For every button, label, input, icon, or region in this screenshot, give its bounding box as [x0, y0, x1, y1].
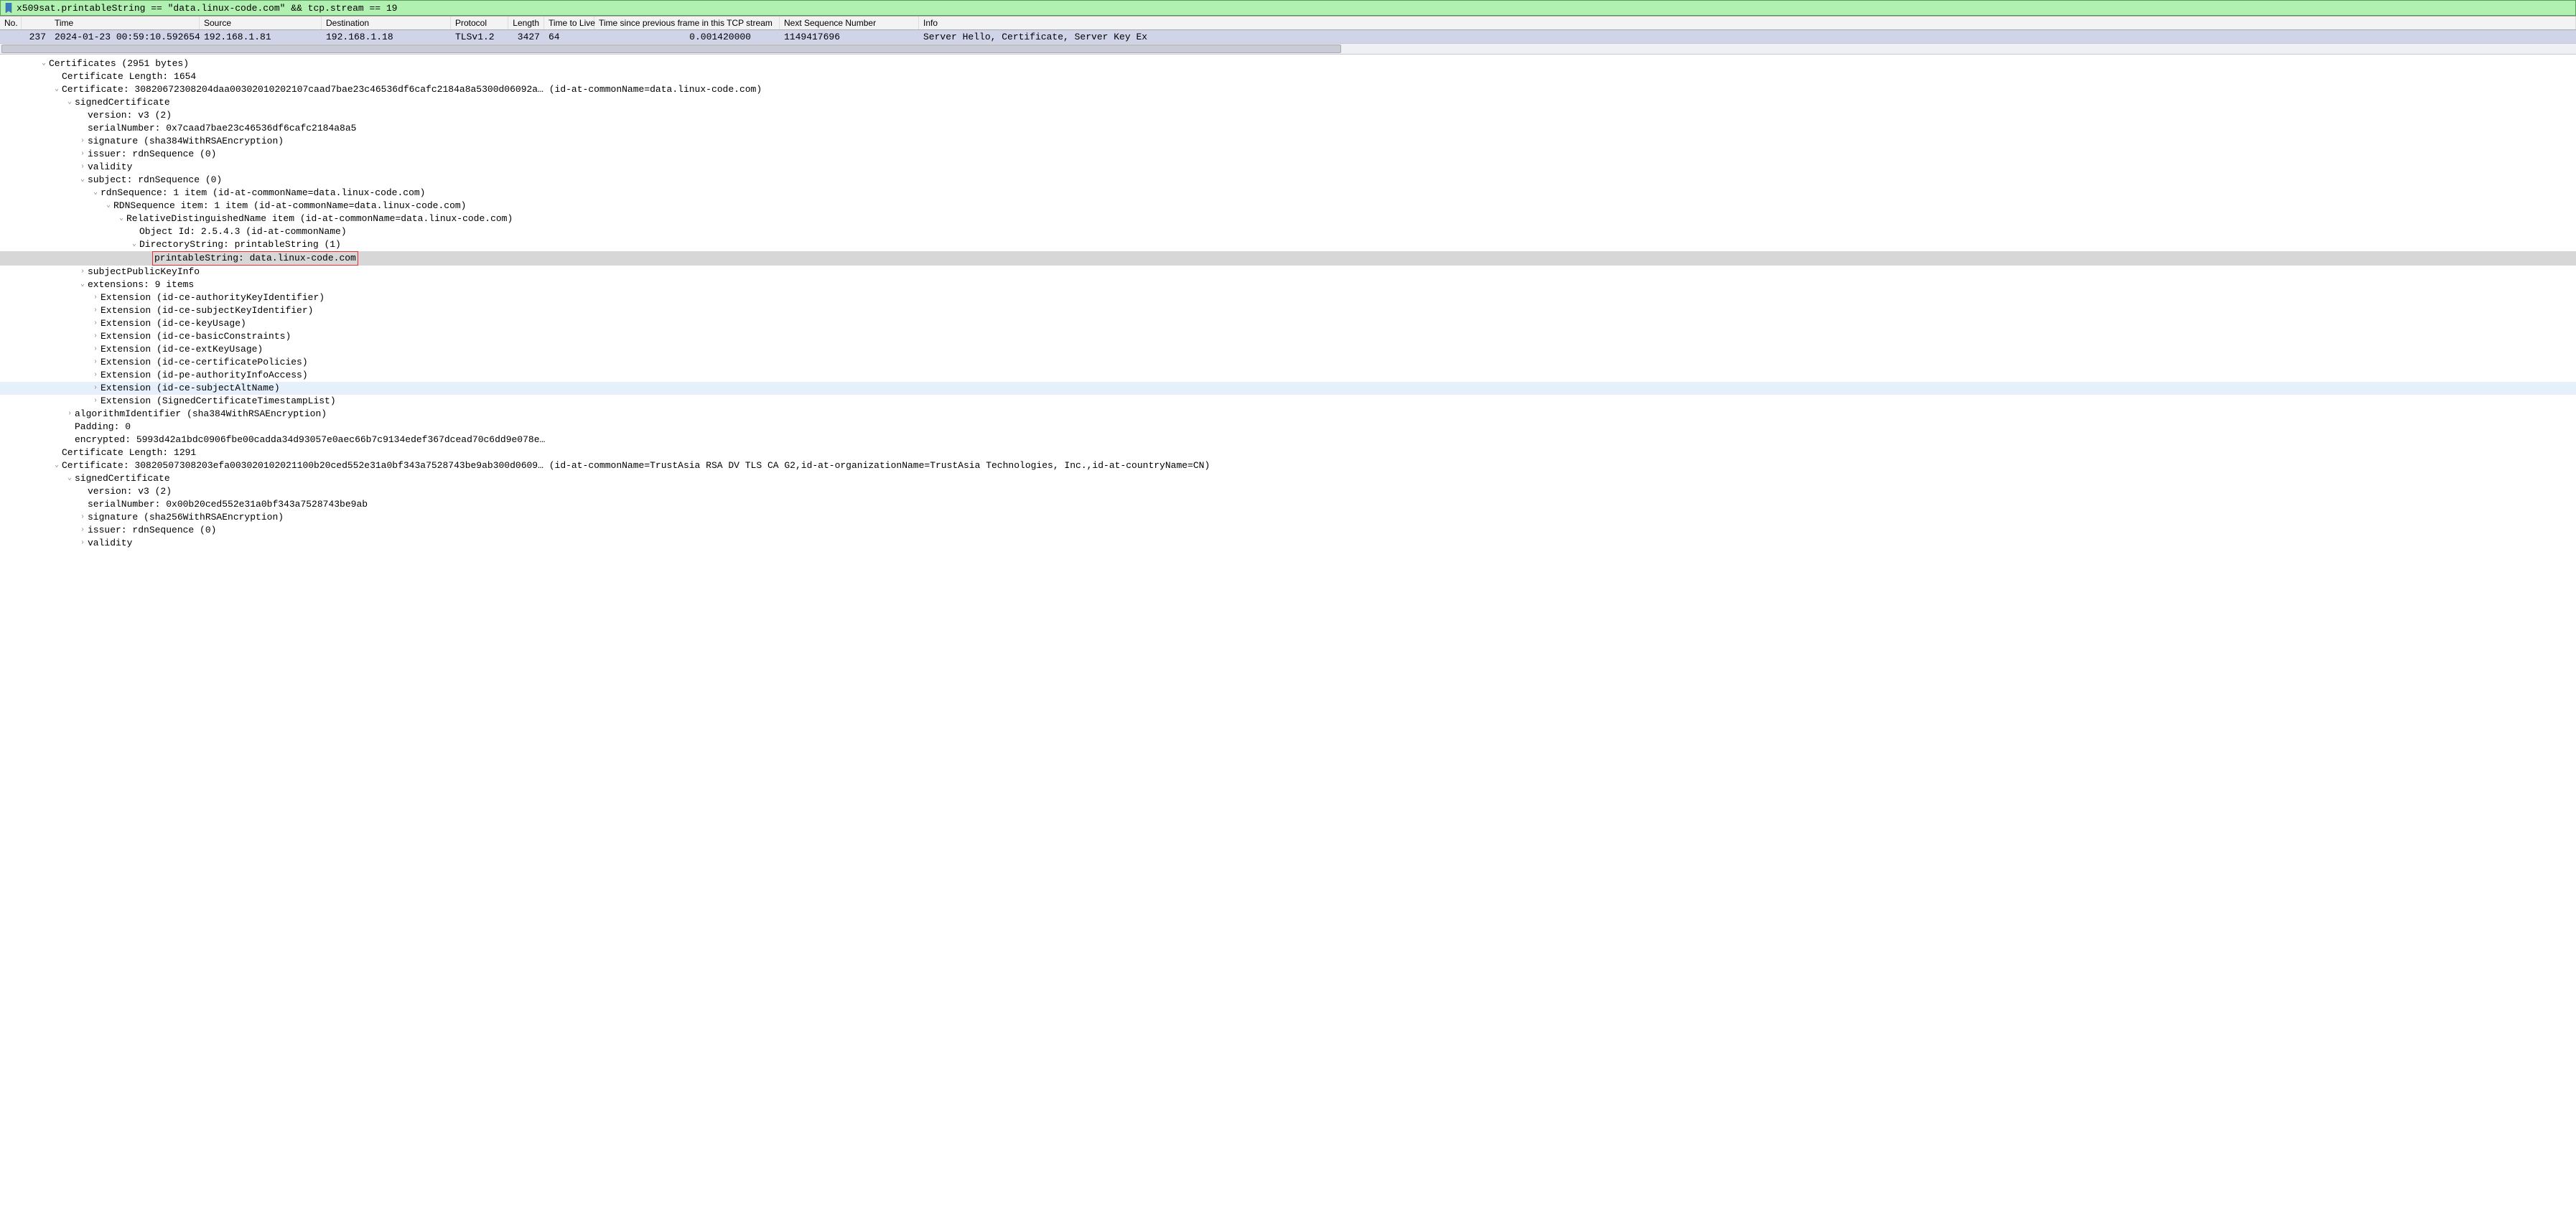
node-signedcert-1[interactable]: ⌄signedCertificate	[0, 96, 2576, 109]
node-spki[interactable]: ›subjectPublicKeyInfo	[0, 266, 2576, 278]
node-extensions[interactable]: ⌄extensions: 9 items	[0, 278, 2576, 291]
chevron-down-icon[interactable]: ⌄	[66, 472, 73, 485]
node-subject-1[interactable]: ⌄subject: rdnSequence (0)	[0, 174, 2576, 187]
node-printablestring[interactable]: printableString: data.linux-code.com	[0, 251, 2576, 266]
cell-src: 192.168.1.81	[200, 32, 322, 42]
node-version-2[interactable]: version: v3 (2)	[0, 485, 2576, 498]
chevron-down-icon[interactable]: ⌄	[79, 278, 86, 291]
col-time[interactable]: Time	[50, 16, 200, 30]
chevron-right-icon[interactable]: ›	[66, 408, 73, 421]
chevron-down-icon[interactable]: ⌄	[53, 83, 60, 96]
node-validity-2[interactable]: ›validity	[0, 537, 2576, 550]
hscroll-thumb[interactable]	[1, 44, 1341, 53]
cell-proto: TLSv1.2	[451, 32, 508, 42]
node-ext-sct[interactable]: ›Extension (SignedCertificateTimestampLi…	[0, 395, 2576, 408]
node-rdnitem[interactable]: ⌄RDNSequence item: 1 item (id-at-commonN…	[0, 200, 2576, 212]
node-ext-skid[interactable]: ›Extension (id-ce-subjectKeyIdentifier)	[0, 304, 2576, 317]
chevron-down-icon[interactable]: ⌄	[40, 57, 47, 70]
chevron-down-icon[interactable]: ⌄	[131, 238, 138, 251]
col-delta[interactable]: Time since previous frame in this TCP st…	[594, 16, 780, 30]
node-encrypted[interactable]: encrypted: 5993d42a1bdc0906fbe00cadda34d…	[0, 434, 2576, 446]
chevron-right-icon[interactable]: ›	[79, 135, 86, 148]
cell-seq: 1149417696	[780, 32, 919, 42]
chevron-right-icon[interactable]: ›	[79, 148, 86, 161]
chevron-down-icon[interactable]: ⌄	[118, 212, 125, 225]
col-ttl[interactable]: Time to Live	[544, 16, 594, 30]
node-serial-1[interactable]: serialNumber: 0x7caad7bae23c46536df6cafc…	[0, 122, 2576, 135]
chevron-down-icon[interactable]: ⌄	[66, 96, 73, 109]
node-signature-1[interactable]: ›signature (sha384WithRSAEncryption)	[0, 135, 2576, 148]
node-certificate-1[interactable]: ⌄Certificate: 30820672308204daa003020102…	[0, 83, 2576, 96]
node-ext-cp[interactable]: ›Extension (id-ce-certificatePolicies)	[0, 356, 2576, 369]
col-info[interactable]: Info	[919, 16, 2576, 30]
cell-no: 237	[22, 32, 50, 42]
chevron-right-icon[interactable]: ›	[92, 382, 99, 395]
packet-row[interactable]: 237 2024-01-23 00:59:10.592654 192.168.1…	[0, 30, 2576, 43]
node-cert-length-2[interactable]: Certificate Length: 1291	[0, 446, 2576, 459]
packet-list-header: No. Time Source Destination Protocol Len…	[0, 16, 2576, 30]
node-padding[interactable]: Padding: 0	[0, 421, 2576, 434]
node-ext-eku[interactable]: ›Extension (id-ce-extKeyUsage)	[0, 343, 2576, 356]
cell-time: 2024-01-23 00:59:10.592654	[50, 32, 200, 42]
cell-info: Server Hello, Certificate, Server Key Ex	[919, 32, 2576, 42]
col-no[interactable]: No.	[0, 16, 22, 30]
node-signedcert-2[interactable]: ⌄signedCertificate	[0, 472, 2576, 485]
chevron-right-icon[interactable]: ›	[79, 161, 86, 174]
chevron-right-icon[interactable]: ›	[79, 266, 86, 278]
node-rdnseq[interactable]: ⌄rdnSequence: 1 item (id-at-commonName=d…	[0, 187, 2576, 200]
col-seq[interactable]: Next Sequence Number	[780, 16, 919, 30]
node-algid[interactable]: ›algorithmIdentifier (sha384WithRSAEncry…	[0, 408, 2576, 421]
col-dst[interactable]: Destination	[322, 16, 451, 30]
node-ext-aia[interactable]: ›Extension (id-pe-authorityInfoAccess)	[0, 369, 2576, 382]
filter-text[interactable]: x509sat.printableString == "data.linux-c…	[17, 3, 2572, 14]
node-rdname[interactable]: ⌄RelativeDistinguishedName item (id-at-c…	[0, 212, 2576, 225]
chevron-right-icon[interactable]: ›	[92, 291, 99, 304]
cell-dst: 192.168.1.18	[322, 32, 451, 42]
node-version-1[interactable]: version: v3 (2)	[0, 109, 2576, 122]
highlight-box: printableString: data.linux-code.com	[152, 251, 358, 266]
col-proto[interactable]: Protocol	[451, 16, 508, 30]
node-ext-ku[interactable]: ›Extension (id-ce-keyUsage)	[0, 317, 2576, 330]
node-objectid[interactable]: Object Id: 2.5.4.3 (id-at-commonName)	[0, 225, 2576, 238]
chevron-down-icon[interactable]: ⌄	[79, 174, 86, 187]
node-ext-san[interactable]: ›Extension (id-ce-subjectAltName)	[0, 382, 2576, 395]
chevron-right-icon[interactable]: ›	[79, 537, 86, 550]
bookmark-icon[interactable]	[4, 3, 14, 13]
node-certificate-2[interactable]: ⌄Certificate: 30820507308203efa003020102…	[0, 459, 2576, 472]
chevron-right-icon[interactable]: ›	[79, 524, 86, 537]
node-validity-1[interactable]: ›validity	[0, 161, 2576, 174]
chevron-right-icon[interactable]: ›	[92, 343, 99, 356]
chevron-right-icon[interactable]: ›	[92, 317, 99, 330]
hscrollbar[interactable]	[0, 43, 2576, 55]
display-filter-bar[interactable]: x509sat.printableString == "data.linux-c…	[0, 0, 2576, 16]
cell-ttl: 64	[544, 32, 594, 42]
cell-len: 3427	[508, 32, 544, 42]
packet-details-tree[interactable]: ⌄Certificates (2951 bytes) Certificate L…	[0, 55, 2576, 550]
chevron-down-icon[interactable]: ⌄	[92, 187, 99, 200]
chevron-right-icon[interactable]: ›	[92, 356, 99, 369]
node-serial-2[interactable]: serialNumber: 0x00b20ced552e31a0bf343a75…	[0, 498, 2576, 511]
cell-delta: 0.001420000	[594, 32, 780, 42]
node-issuer-2[interactable]: ›issuer: rdnSequence (0)	[0, 524, 2576, 537]
chevron-right-icon[interactable]: ›	[92, 304, 99, 317]
chevron-down-icon[interactable]: ⌄	[105, 200, 112, 212]
node-cert-length-1[interactable]: Certificate Length: 1654	[0, 70, 2576, 83]
node-certificates[interactable]: ⌄Certificates (2951 bytes)	[0, 57, 2576, 70]
chevron-down-icon[interactable]: ⌄	[53, 459, 60, 472]
node-ext-bc[interactable]: ›Extension (id-ce-basicConstraints)	[0, 330, 2576, 343]
chevron-right-icon[interactable]: ›	[92, 369, 99, 382]
chevron-right-icon[interactable]: ›	[79, 511, 86, 524]
node-issuer-1[interactable]: ›issuer: rdnSequence (0)	[0, 148, 2576, 161]
node-ext-akid[interactable]: ›Extension (id-ce-authorityKeyIdentifier…	[0, 291, 2576, 304]
node-signature-2[interactable]: ›signature (sha256WithRSAEncryption)	[0, 511, 2576, 524]
chevron-right-icon[interactable]: ›	[92, 330, 99, 343]
col-src[interactable]: Source	[200, 16, 322, 30]
chevron-right-icon[interactable]: ›	[92, 395, 99, 408]
node-directorystring[interactable]: ⌄DirectoryString: printableString (1)	[0, 238, 2576, 251]
col-len[interactable]: Length	[508, 16, 544, 30]
